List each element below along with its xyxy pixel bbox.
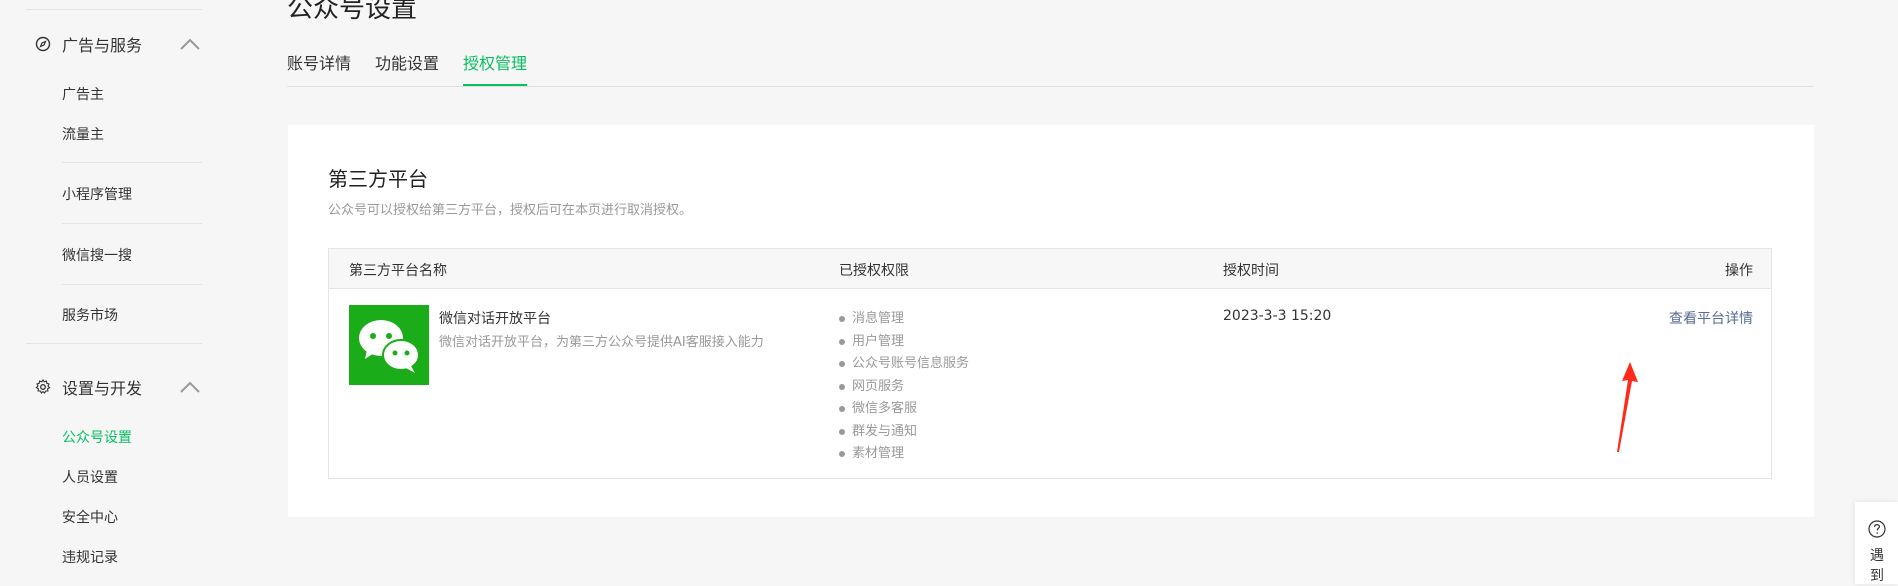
permission-label: 群发与通知 [852, 423, 918, 439]
bullet-icon [839, 338, 845, 345]
platform-name: 微信对话开放平台 [439, 311, 551, 327]
permission-item: 微信多客服 [839, 398, 969, 421]
help-label: 遇到 [1870, 548, 1884, 584]
permission-item: 群发与通知 [839, 421, 969, 444]
permission-label: 微信多客服 [852, 401, 918, 416]
table-header: 第三方平台名称 已授权权限 授权时间 操作 [329, 249, 1771, 289]
permission-item: 用户管理 [839, 331, 969, 354]
section-title: 第三方平台 [328, 167, 428, 191]
bullet-icon [839, 428, 845, 435]
wechat-logo-icon [349, 305, 429, 385]
sidebar-item-traffic-owner[interactable]: 流量主 [62, 124, 104, 144]
sidebar-item-security-center[interactable]: 安全中心 [62, 507, 118, 527]
permission-item: 素材管理 [839, 443, 969, 466]
tab-bar: 账号详情 功能设置 授权管理 [287, 54, 1813, 87]
section-description: 公众号可以授权给第三方平台，授权后可在本页进行取消授权。 [328, 203, 693, 218]
bullet-icon [839, 383, 845, 390]
permission-label: 网页服务 [852, 378, 905, 394]
permission-label: 公众号账号信息服务 [852, 356, 970, 371]
permission-list: 消息管理 用户管理 公众号账号信息服务 网页服务 微信多客服 群发与通知 素材管… [839, 308, 969, 466]
help-button[interactable]: 遇到 [1855, 502, 1898, 584]
tab-feature-settings[interactable]: 功能设置 [375, 54, 439, 74]
column-header-platform-name: 第三方平台名称 [349, 263, 447, 279]
bullet-icon [839, 406, 845, 413]
permission-item: 消息管理 [839, 308, 969, 331]
tab-authorization-management[interactable]: 授权管理 [463, 54, 528, 86]
question-circle-icon [1868, 520, 1886, 538]
red-arrow-icon [1617, 362, 1638, 452]
page-title: 公众号设置 [287, 0, 418, 24]
column-header-permissions: 已授权权限 [839, 263, 909, 279]
permission-label: 素材管理 [852, 446, 905, 461]
compass-icon [35, 36, 51, 52]
sidebar-divider [62, 284, 202, 285]
sidebar-item-miniprogram[interactable]: 小程序管理 [62, 184, 132, 204]
authorization-time: 2023-3-3 15:20 [1223, 308, 1332, 324]
permission-label: 消息管理 [852, 311, 905, 326]
view-platform-details-link[interactable]: 查看平台详情 [1669, 308, 1753, 328]
sidebar-item-service-market[interactable]: 服务市场 [62, 305, 118, 325]
sidebar-section-ads-services[interactable]: 广告与服务 [35, 32, 142, 56]
bullet-icon [839, 451, 845, 458]
sidebar-item-member-settings[interactable]: 人员设置 [62, 467, 118, 487]
column-header-auth-time: 授权时间 [1223, 263, 1279, 279]
permission-item: 网页服务 [839, 376, 969, 399]
sidebar-item-wechat-search[interactable]: 微信搜一搜 [62, 245, 132, 265]
gear-icon [35, 379, 51, 394]
sidebar-item-account-settings[interactable]: 公众号设置 [62, 427, 132, 447]
bullet-icon [839, 361, 845, 368]
column-header-actions: 操作 [1725, 263, 1753, 279]
permission-item: 公众号账号信息服务 [839, 353, 969, 376]
sidebar-divider [62, 223, 202, 224]
platform-description: 微信对话开放平台，为第三方公众号提供AI客服接入能力 [439, 335, 764, 350]
sidebar-divider [26, 9, 202, 10]
sidebar-section-label: 设置与开发 [62, 379, 143, 398]
sidebar-divider [62, 162, 202, 163]
sidebar: 广告与服务 广告主 流量主 小程序管理 微信搜一搜 服务市场 设置与开发 公众号… [0, 0, 202, 584]
sidebar-divider [26, 343, 202, 344]
third-party-platform-card: 第三方平台 公众号可以授权给第三方平台，授权后可在本页进行取消授权。 第三方平台… [288, 125, 1814, 517]
tab-account-details[interactable]: 账号详情 [287, 54, 351, 74]
sidebar-section-label: 广告与服务 [62, 36, 143, 55]
chevron-up-icon[interactable] [178, 380, 202, 395]
sidebar-item-advertiser[interactable]: 广告主 [62, 84, 104, 104]
permission-label: 用户管理 [852, 333, 905, 349]
bullet-icon [839, 316, 845, 323]
sidebar-section-settings-dev[interactable]: 设置与开发 [35, 375, 142, 399]
authorization-table: 第三方平台名称 已授权权限 授权时间 操作 微信对话开放平台 微信对话开放平台，… [328, 248, 1772, 479]
chevron-up-icon[interactable] [178, 37, 202, 52]
sidebar-item-violation-records[interactable]: 违规记录 [62, 547, 118, 567]
